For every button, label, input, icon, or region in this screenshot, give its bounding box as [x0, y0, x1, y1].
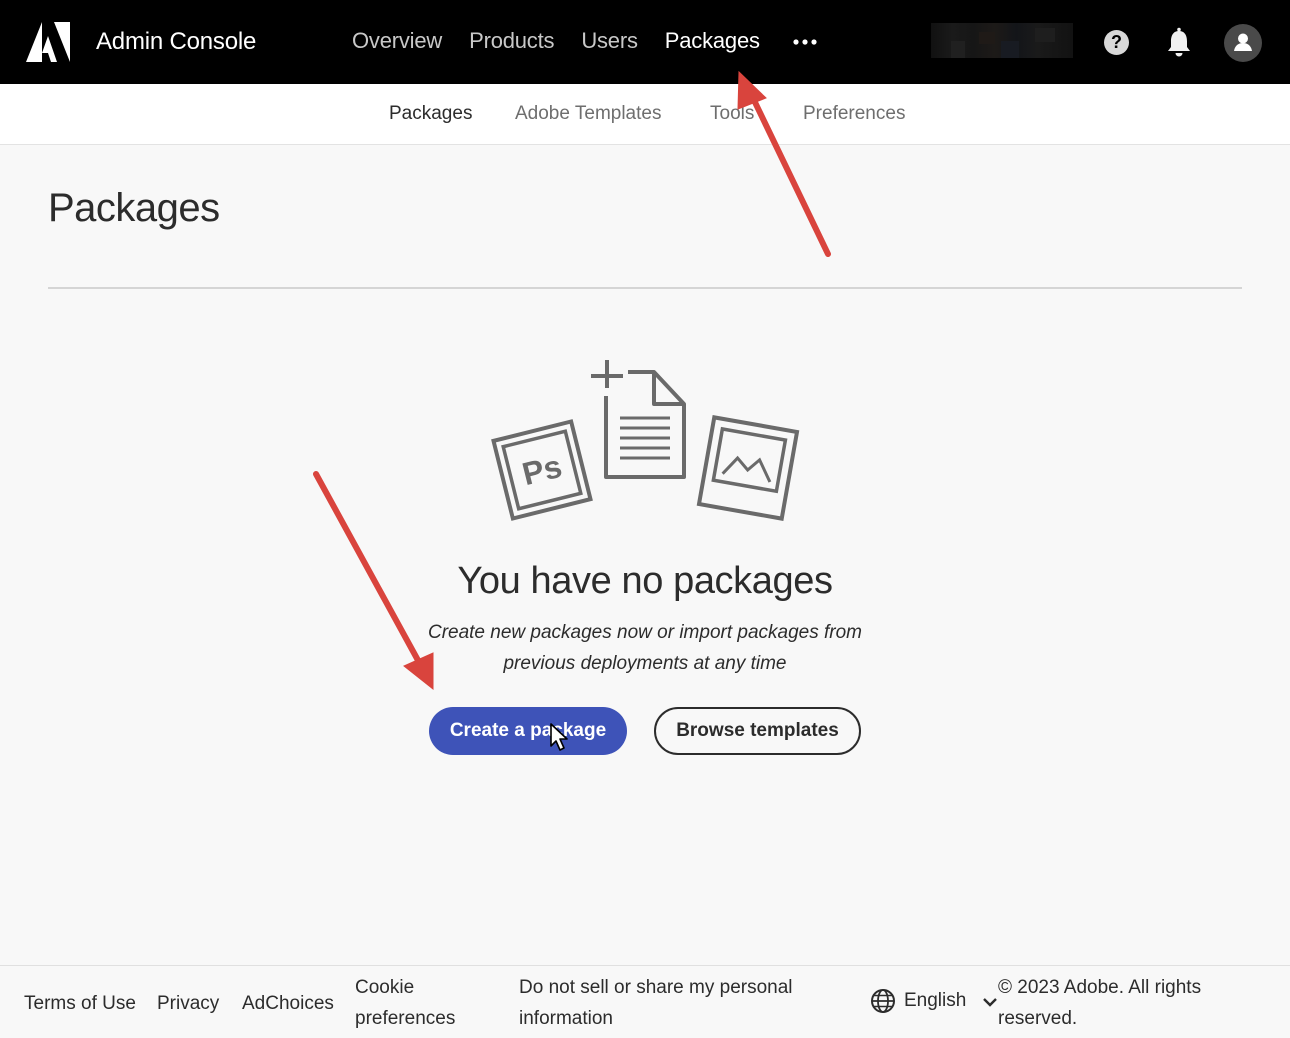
footer-privacy-link[interactable]: Privacy: [157, 988, 219, 1019]
language-label: English: [904, 990, 967, 1011]
adobe-logo-icon[interactable]: [26, 22, 70, 62]
image-card-icon: [696, 415, 800, 521]
language-selector[interactable]: English: [870, 988, 966, 1014]
empty-packages-illustration: Ps: [491, 360, 800, 521]
title-divider: [48, 287, 1242, 289]
user-avatar-icon[interactable]: [1218, 17, 1268, 67]
nav-products[interactable]: Products: [469, 28, 554, 54]
bell-icon[interactable]: [1154, 17, 1204, 67]
sub-navigation: Packages Adobe Templates Tools Preferenc…: [0, 84, 1290, 145]
globe-icon: [871, 989, 895, 1013]
page-title: Packages: [48, 186, 220, 230]
tab-tools[interactable]: Tools: [710, 103, 754, 125]
nav-packages[interactable]: Packages: [665, 28, 760, 54]
new-document-icon: [591, 360, 686, 479]
tab-packages[interactable]: Packages: [389, 103, 472, 125]
photoshop-card-icon: Ps: [491, 419, 593, 521]
copyright-text: © 2023 Adobe. All rights reserved.: [998, 977, 1202, 1029]
browse-templates-button[interactable]: Browse templates: [654, 707, 861, 755]
tab-preferences[interactable]: Preferences: [803, 103, 905, 125]
footer-terms-link[interactable]: Terms of Use: [24, 988, 136, 1019]
empty-state-heading: You have no packages: [457, 560, 833, 602]
ellipsis-icon[interactable]: [792, 27, 820, 57]
create-package-button[interactable]: Create a package: [429, 707, 627, 755]
photoshop-label: Ps: [519, 448, 566, 492]
app-title[interactable]: Admin Console: [96, 28, 256, 56]
page-footer: Terms of Use Privacy AdChoices Cookie pr…: [0, 965, 1290, 1038]
main-nav: Overview Products Users Packages: [352, 28, 760, 54]
nav-users[interactable]: Users: [581, 28, 638, 54]
tab-adobe-templates[interactable]: Adobe Templates: [515, 103, 661, 125]
empty-state-description: Create new packages now or import packag…: [427, 622, 863, 674]
top-navigation-bar: Admin Console Overview Products Users Pa…: [0, 0, 1290, 84]
footer-adchoices-link[interactable]: AdChoices: [242, 988, 334, 1019]
chevron-down-icon[interactable]: [982, 994, 998, 1010]
org-switcher[interactable]: [931, 23, 1073, 58]
footer-cookie-link[interactable]: Cookie preferences: [355, 972, 465, 1034]
help-icon[interactable]: ?: [1104, 30, 1129, 55]
nav-overview[interactable]: Overview: [352, 28, 442, 54]
footer-do-not-sell-link[interactable]: Do not sell or share my personal informa…: [519, 972, 819, 1034]
